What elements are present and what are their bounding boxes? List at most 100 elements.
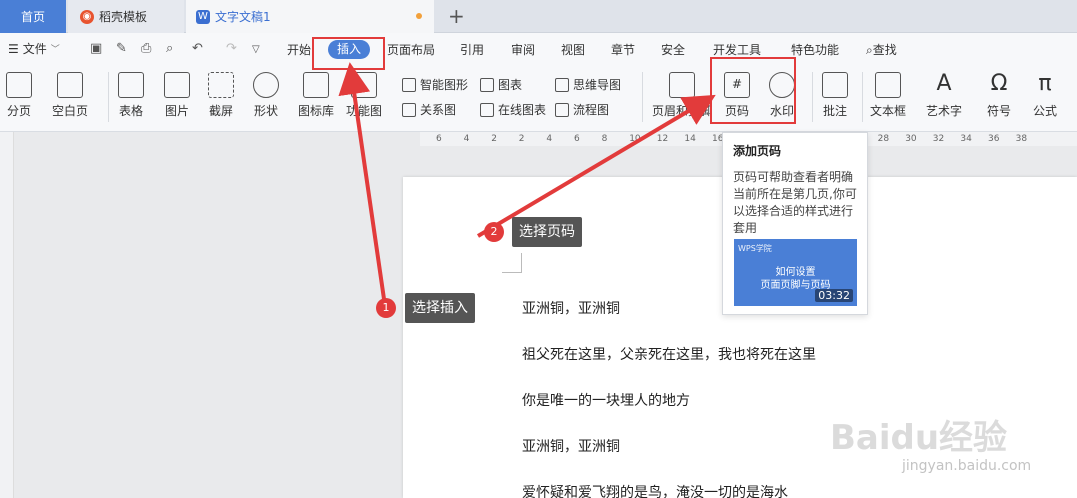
ribbon-divider (108, 72, 109, 122)
hamburger-icon: ☰ (8, 41, 19, 56)
ribbon-divider (812, 72, 813, 122)
chart-button[interactable]: 图表 (480, 76, 522, 93)
ruler-tick-label: 30 (905, 134, 917, 144)
blank-page-label: 空白页 (52, 104, 89, 118)
page-break-button[interactable]: 分页 (6, 64, 32, 119)
menu-start[interactable]: 开始 (287, 41, 311, 58)
mindmap-icon (555, 77, 569, 92)
tab-document[interactable]: W 文字文稿1 (186, 0, 434, 33)
ribbon-divider (642, 72, 643, 122)
formula-label: 公式 (1032, 104, 1057, 118)
comment-icon (822, 72, 848, 98)
symbol-button[interactable]: Ω 符号 (986, 64, 1012, 119)
file-menu[interactable]: ☰ 文件 ﹀ (8, 40, 60, 57)
relation-chart-icon (402, 102, 416, 117)
doc-paragraph[interactable]: 祖父死在这里，父亲死在这里，我也将死在这里 (522, 344, 816, 364)
comment-button[interactable]: 批注 (822, 64, 848, 119)
flowchart-button[interactable]: 流程图 (555, 101, 609, 118)
screenshot-button[interactable]: 截屏 (208, 64, 234, 119)
textbox-button[interactable]: 文本框 (870, 64, 906, 119)
menu-reference[interactable]: 引用 (460, 41, 484, 58)
formula-button[interactable]: π 公式 (1032, 64, 1058, 119)
redo-icon[interactable]: ↷ (226, 41, 237, 56)
relation-chart-button[interactable]: 关系图 (402, 101, 456, 118)
menu-special[interactable]: 特色功能 (791, 41, 839, 58)
function-chart-button[interactable]: 功能图 (346, 64, 382, 119)
menu-page-layout[interactable]: 页面布局 (387, 41, 435, 58)
flowchart-icon (555, 102, 569, 117)
shape-button[interactable]: 形状 (253, 64, 279, 119)
icon-library-button[interactable]: 图标库 (298, 64, 334, 119)
tab-document-label: 文字文稿1 (215, 10, 271, 24)
ruler-tick-label: 2 (491, 134, 497, 144)
blank-page-button[interactable]: 空白页 (52, 64, 88, 119)
wordart-icon: A (936, 71, 952, 96)
print-icon[interactable]: ⎙ (141, 41, 151, 56)
doc-paragraph[interactable]: 爱怀疑和爱飞翔的是鸟，淹没一切的是海水 (522, 482, 788, 498)
table-button[interactable]: 表格 (118, 64, 144, 119)
ruler-tick-label: 6 (436, 134, 442, 144)
ruler-tick-label: 32 (932, 134, 945, 144)
daoke-logo-icon: ◉ (80, 9, 94, 24)
video-title-line1: 如何设置 (775, 267, 816, 278)
step-badge-2: 2 (484, 222, 504, 242)
menu-chapter[interactable]: 章节 (611, 41, 635, 58)
step-label-1: 选择插入 (405, 293, 475, 323)
doc-paragraph[interactable]: 你是唯一的一块埋人的地方 (522, 390, 690, 410)
print-preview-icon[interactable]: ⌕ (166, 41, 173, 56)
mindmap-button[interactable]: 思维导图 (555, 76, 621, 93)
menu-review[interactable]: 审阅 (511, 41, 535, 58)
highlight-box-page-number (710, 57, 796, 124)
tooltip-title: 添加页码 (733, 144, 782, 158)
online-chart-button[interactable]: 在线图表 (480, 101, 546, 118)
doc-paragraph[interactable]: 亚洲铜，亚洲铜 (522, 436, 620, 456)
symbol-icon: Ω (990, 71, 1008, 96)
picture-label: 图片 (164, 104, 189, 118)
search-button[interactable]: ⌕查找 (866, 41, 897, 58)
smart-shape-button[interactable]: 智能图形 (402, 76, 468, 93)
menu-security[interactable]: 安全 (661, 41, 685, 58)
file-menu-label: 文件 (22, 42, 47, 56)
blank-page-icon (57, 72, 83, 98)
tutorial-video-thumbnail[interactable]: WPS学院 如何设置 页面页脚与页码 03:32 (734, 239, 857, 306)
quick-access-dropdown-icon[interactable]: ▽ (252, 44, 260, 55)
menu-developer[interactable]: 开发工具 (713, 41, 761, 58)
step-badge-1: 1 (376, 298, 396, 318)
textbox-label: 文本框 (870, 104, 907, 118)
menu-view[interactable]: 视图 (561, 41, 585, 58)
symbol-label: 符号 (986, 104, 1011, 118)
wordart-button[interactable]: A 艺术字 (926, 64, 962, 119)
tooltip-description: 页码可帮助查看者明确当前所在是第几页,你可以选择合适的样式进行套用 (733, 170, 857, 235)
tab-template[interactable]: ◉ 稻壳模板 (68, 0, 184, 33)
undo-icon[interactable]: ↶ (192, 41, 203, 56)
page-break-label: 分页 (6, 104, 31, 118)
new-tab-plus-icon[interactable]: + (448, 4, 465, 28)
chart-icon (480, 77, 494, 92)
formula-icon: π (1038, 71, 1052, 96)
online-chart-icon (480, 102, 494, 117)
ruler-tick-label: 4 (463, 134, 470, 144)
ruler-tick-label: 34 (960, 134, 972, 144)
step-label-2: 选择页码 (512, 217, 582, 247)
video-duration: 03:32 (815, 289, 853, 302)
format-painter-icon[interactable]: ✎ (116, 41, 127, 56)
ruler-tick-label: 36 (988, 134, 1000, 144)
unsaved-dot-icon (416, 13, 422, 19)
header-footer-label: 页眉和页脚 (652, 104, 713, 118)
ruler-tick-label: 8 (601, 134, 608, 144)
function-chart-label: 功能图 (346, 104, 383, 118)
vertical-ruler[interactable] (0, 132, 14, 498)
picture-button[interactable]: 图片 (164, 64, 190, 119)
table-label: 表格 (118, 104, 143, 118)
margin-corner-mark (502, 253, 522, 273)
doc-paragraph[interactable]: 亚洲铜，亚洲铜 (522, 298, 620, 318)
comment-label: 批注 (822, 104, 847, 118)
header-footer-icon (669, 72, 695, 98)
header-footer-button[interactable]: 页眉和页脚 (652, 64, 712, 119)
highlight-box-insert (312, 37, 385, 70)
save-icon[interactable]: ▣ (90, 41, 102, 56)
tab-home[interactable]: 首页 (0, 0, 66, 33)
ribbon-divider (862, 72, 863, 122)
smart-shape-icon (402, 77, 416, 92)
ruler-tick-label: 6 (574, 134, 580, 144)
